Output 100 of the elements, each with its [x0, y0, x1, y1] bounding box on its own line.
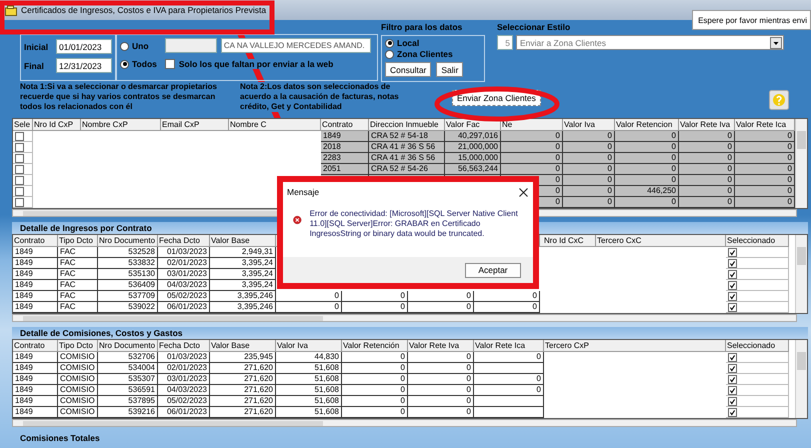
column-header[interactable]: Valor Rete Iva	[408, 340, 474, 352]
table-cell: 0	[615, 142, 679, 153]
column-header[interactable]: Valor Retención	[342, 340, 408, 352]
table-cell: 0	[563, 197, 615, 208]
radio-label[interactable]: Uno	[132, 41, 149, 51]
table-cell: 0	[474, 385, 544, 396]
column-header[interactable]: Fecha Dcto	[158, 235, 210, 247]
table-cell: 0	[615, 164, 679, 175]
table-cell: 0	[276, 291, 342, 302]
table-cell: 06/01/2023	[158, 407, 210, 418]
style-number-field[interactable]: 5	[497, 35, 513, 50]
table-cell: 534004	[98, 363, 158, 374]
table-cell: 2018	[321, 142, 369, 153]
table-cell: 0	[615, 153, 679, 164]
style-dropdown[interactable]: Enviar a Zona Clientes	[516, 35, 784, 50]
column-header[interactable]: Valor Rete Iva	[679, 119, 735, 131]
table-cell: 51,608	[276, 407, 342, 418]
table-cell: 446,250	[615, 186, 679, 197]
table-cell: 0	[408, 396, 474, 407]
column-header[interactable]: Valor Iva	[276, 340, 342, 352]
table-cell: 1849	[13, 385, 58, 396]
column-header[interactable]: Nro Id CxC	[540, 235, 596, 247]
radio-label[interactable]: Local	[397, 38, 420, 48]
table-cell: 1849	[13, 407, 58, 418]
table-cell: 0	[342, 352, 408, 363]
radio-label[interactable]: Zona Clientes	[397, 49, 453, 59]
table-cell: 0	[474, 374, 544, 385]
column-header[interactable]: Ne	[501, 119, 563, 131]
table-cell: 0	[679, 142, 735, 153]
column-header[interactable]: Valor Rete Ica	[735, 119, 795, 131]
table-cell: 532528	[98, 247, 158, 258]
column-header[interactable]: Tercero CxP	[544, 340, 726, 352]
table-cell: 0	[276, 302, 342, 313]
column-header[interactable]: Nro Documento	[98, 340, 158, 352]
table-cell: CRA 52 # 54-26	[369, 164, 445, 175]
table-cell: 0	[342, 302, 408, 313]
column-header[interactable]: Nro Documento	[98, 235, 158, 247]
column-header[interactable]: Nombre CxP	[81, 119, 161, 131]
table-cell: 0	[735, 131, 795, 142]
table-cell: 1849	[13, 302, 58, 313]
column-header[interactable]: Seleccionado	[726, 235, 789, 247]
window-title: Certificados de Ingresos, Costos e IVA para Propietarios Prevista	[21, 5, 266, 15]
column-header[interactable]: Nro Id CxP	[33, 119, 81, 131]
column-header[interactable]: Email CxP	[161, 119, 229, 131]
checkbox-label[interactable]: Solo los que faltan por enviar a la web	[178, 59, 334, 69]
table-cell: 0	[679, 197, 735, 208]
date-field[interactable]: 01/01/2023	[56, 39, 112, 54]
table-cell: 1849	[13, 352, 58, 363]
table-cell: 0	[474, 352, 544, 363]
action-button[interactable]: Consultar	[385, 62, 432, 77]
column-header[interactable]: Contrato	[13, 235, 58, 247]
column-header[interactable]: Valor Base	[210, 340, 276, 352]
column-header[interactable]: Contrato	[13, 340, 58, 352]
table-cell: 0	[408, 352, 474, 363]
owner-name-field[interactable]: CA NA VALLEJO MERCEDES AMAND.	[220, 38, 371, 53]
radio-label[interactable]: Todos	[132, 59, 157, 69]
table-cell: 537709	[98, 291, 158, 302]
table-cell: CRA 52 # 54-18	[369, 131, 445, 142]
table-cell: COMISIO	[58, 407, 98, 418]
column-header[interactable]: Tipo Dcto	[58, 340, 98, 352]
date-field[interactable]: 12/31/2023	[56, 58, 112, 73]
section-title: Comisiones Totales	[20, 433, 101, 443]
table-cell: 0	[408, 374, 474, 385]
table-cell: 3,395,246	[210, 291, 276, 302]
column-header[interactable]: Sele	[13, 119, 33, 131]
table-cell: 0	[679, 153, 735, 164]
table-cell: 0	[342, 374, 408, 385]
table-cell: 51,608	[276, 396, 342, 407]
table-cell: FAC	[58, 302, 98, 313]
table-cell: 0	[735, 186, 795, 197]
table-cell: 03/01/2023	[158, 269, 210, 280]
table-cell: 537895	[98, 396, 158, 407]
table-cell: 536409	[98, 280, 158, 291]
table-cell: 0	[563, 153, 615, 164]
table-cell: 0	[408, 363, 474, 374]
column-header[interactable]: Direccion Inmueble	[369, 119, 445, 131]
table-cell: 0	[735, 164, 795, 175]
column-header[interactable]: Tipo Dcto	[58, 235, 98, 247]
column-header[interactable]: Nombre C	[229, 119, 321, 131]
table-cell: 0	[474, 291, 540, 302]
table-cell: 0	[735, 153, 795, 164]
column-header[interactable]: Seleccionado	[726, 340, 789, 352]
accept-button[interactable]: Aceptar	[465, 262, 521, 278]
table-cell: 02/01/2023	[158, 258, 210, 269]
column-header[interactable]: Valor Rete Ica	[474, 340, 544, 352]
table-cell: 0	[474, 302, 540, 313]
column-header[interactable]: Tercero CxC	[596, 235, 726, 247]
column-header[interactable]: Valor Base	[210, 235, 276, 247]
table-cell: 21,000,000	[445, 142, 501, 153]
table-cell: COMISIO	[58, 385, 98, 396]
table-cell: 0	[408, 302, 474, 313]
column-header[interactable]: Valor Retencion	[615, 119, 679, 131]
action-button[interactable]: Salir	[436, 62, 464, 77]
column-header[interactable]: Contrato	[321, 119, 369, 131]
column-header[interactable]: Fecha Dcto	[158, 340, 210, 352]
table-cell: 0	[342, 385, 408, 396]
column-header[interactable]: Valor Iva	[563, 119, 615, 131]
table-cell: 01/03/2023	[158, 247, 210, 258]
filter-title: Filtro para los datos	[381, 22, 464, 34]
table-cell: 01/03/2023	[158, 352, 210, 363]
